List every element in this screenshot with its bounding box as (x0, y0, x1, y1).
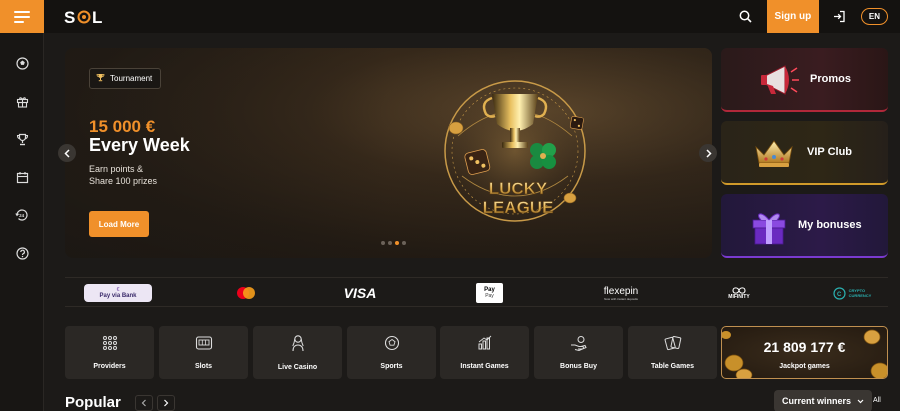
prize-amount: 15 000 € (89, 117, 156, 136)
category-live-casino[interactable]: Live Casino (253, 326, 342, 379)
sidebar: 24 (0, 33, 44, 411)
hero-banner[interactable]: Tournament 15 000 € Every Week Earn poin… (65, 48, 712, 258)
winners-label: Current winners (781, 396, 851, 406)
visa-logo: VISA (343, 285, 377, 301)
payment-methods: € Pay via Bank VISA Pay Pay flexepin Now… (65, 277, 888, 307)
svg-text:C: C (837, 292, 842, 298)
hero-headline: Every Week (89, 135, 190, 155)
svg-text:S: S (64, 8, 77, 26)
trophy-icon (96, 73, 105, 84)
chevron-down-icon (857, 396, 864, 406)
my-bonuses-label: My bonuses (798, 219, 862, 231)
calendar-icon[interactable] (14, 169, 30, 185)
all-link[interactable]: All (873, 397, 881, 404)
tag-label: Tournament (110, 74, 153, 83)
desc-line-1: Earn points & (89, 164, 144, 174)
hero-next-button[interactable] (699, 144, 717, 162)
cards-icon (664, 335, 682, 356)
language-selector[interactable]: EN (860, 8, 888, 25)
slide-dots (381, 241, 406, 245)
grid-dots-icon (102, 335, 118, 356)
popular-prev-button[interactable] (135, 395, 153, 411)
megaphone-icon (761, 60, 801, 105)
flexepin-label: flexepin (603, 285, 639, 297)
current-winners-dropdown[interactable]: Current winners (774, 390, 872, 411)
gift-icon[interactable] (14, 93, 30, 109)
desc-line-2: Share 100 prizes (89, 176, 158, 186)
mastercard-logo (235, 284, 257, 302)
category-label: Slots (194, 363, 213, 370)
applepay-bottom: Pay (485, 293, 494, 299)
trophy-icon[interactable] (14, 131, 30, 147)
apple-pay-logo: Pay Pay (476, 283, 503, 303)
vip-club-label: VIP Club (807, 146, 853, 158)
vip-club-card[interactable]: VIP Club (721, 121, 888, 185)
jackpot-label: Jackpot games (779, 363, 830, 370)
tournament-tag: Tournament (89, 68, 162, 89)
promos-label: Promos (810, 73, 851, 85)
paybybank-label: Pay via Bank (99, 293, 137, 299)
logo[interactable]: S L (64, 8, 110, 26)
svg-text:L: L (92, 8, 104, 26)
support-24-icon[interactable]: 24 (14, 207, 30, 223)
crypto-currency-logo: C CRYPTO CURRENCY (832, 284, 872, 302)
hand-coin-icon (570, 335, 588, 356)
slot-machine-icon (195, 335, 213, 356)
chart-bars-icon (477, 335, 493, 356)
category-label: Live Casino (277, 364, 318, 371)
menu-icon[interactable] (0, 0, 44, 33)
hero-prev-button[interactable] (58, 144, 76, 162)
page: S L Sign up EN 24 Tournament 15 000 € Ev… (0, 0, 900, 411)
load-more-button[interactable]: Load More (89, 211, 149, 237)
category-label: Providers (93, 363, 126, 370)
lucky-league-artwork: LUCKY LEAGUE (440, 66, 590, 236)
login-icon[interactable] (829, 6, 851, 28)
art-line-1: LUCKY (489, 179, 548, 198)
category-instant-games[interactable]: Instant Games (440, 326, 529, 379)
pay-via-bank-logo: € Pay via Bank (84, 284, 152, 302)
category-table-games[interactable]: Table Games (628, 326, 717, 379)
mifinity-logo: MIFINITY (721, 284, 757, 302)
top-bar: S L Sign up EN (0, 0, 900, 33)
category-label: Instant Games (460, 363, 509, 370)
logo-mark: S L (64, 8, 104, 26)
ball-icon (384, 335, 400, 356)
slide-dot[interactable] (395, 241, 399, 245)
promos-card[interactable]: Promos (721, 48, 888, 112)
sports-ball-icon[interactable] (14, 55, 30, 71)
category-providers[interactable]: Providers (65, 326, 154, 379)
my-bonuses-card[interactable]: My bonuses (721, 194, 888, 258)
signup-button[interactable]: Sign up (766, 0, 819, 33)
svg-text:24: 24 (19, 213, 25, 218)
category-slots[interactable]: Slots (159, 326, 248, 379)
search-icon[interactable] (735, 6, 757, 28)
category-bonus-buy[interactable]: Bonus Buy (534, 326, 623, 379)
popular-next-button[interactable] (157, 395, 175, 411)
flexepin-logo: flexepin Now with instant deposits (597, 284, 645, 302)
jackpot-card[interactable]: 21 809 177 € Jackpot games (721, 326, 888, 379)
category-label: Table Games (650, 363, 695, 370)
help-icon[interactable] (14, 245, 30, 261)
art-line-2: LEAGUE (483, 198, 554, 217)
popular-heading: Popular (65, 394, 121, 411)
mifinity-label: MIFINITY (728, 293, 750, 300)
crypto-line-2: CURRENCY (848, 293, 872, 298)
jackpot-amount: 21 809 177 € (763, 339, 846, 355)
crown-icon (753, 137, 795, 174)
category-label: Sports (380, 363, 403, 370)
category-label: Bonus Buy (560, 363, 597, 370)
slide-dot[interactable] (402, 241, 406, 245)
dealer-icon (291, 334, 305, 357)
category-sports[interactable]: Sports (347, 326, 436, 379)
slide-dot[interactable] (381, 241, 385, 245)
slide-dot[interactable] (388, 241, 392, 245)
flexepin-sub: Now with instant deposits (604, 296, 638, 301)
gift-box-icon (749, 206, 789, 251)
hero-description: Earn points & Share 100 prizes (89, 163, 199, 187)
